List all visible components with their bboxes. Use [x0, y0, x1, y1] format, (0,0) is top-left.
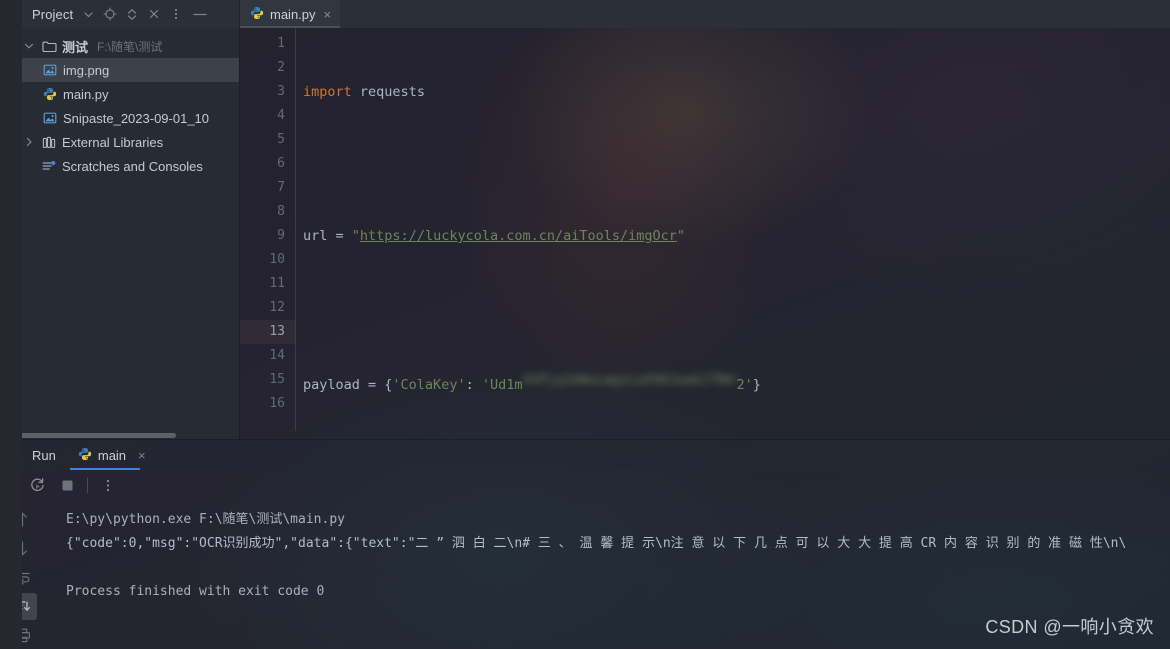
- run-tab-main[interactable]: main ×: [69, 440, 154, 470]
- project-tree: 测试 F:\随笔\测试 img.png main.py Snipaste_202…: [0, 28, 239, 439]
- chevron-down-icon[interactable]: [77, 3, 99, 25]
- scratches-icon: [41, 160, 57, 173]
- stop-icon[interactable]: [52, 472, 82, 498]
- line-number: 11: [269, 276, 285, 291]
- console-line: E:\py\python.exe F:\随笔\测试\main.py: [66, 512, 345, 527]
- variable-url: url: [303, 228, 328, 244]
- dict-key-colakey: 'ColaKey': [392, 377, 466, 393]
- tab-close-icon[interactable]: ×: [324, 7, 332, 22]
- line-number: 10: [269, 252, 285, 267]
- run-tab-close-icon[interactable]: ×: [138, 448, 146, 463]
- tree-item-scratches-and-consoles[interactable]: Scratches and Consoles: [0, 154, 239, 178]
- tree-item-external-libraries[interactable]: External Libraries: [0, 130, 239, 154]
- line-number: 7: [277, 180, 285, 195]
- variable-payload: payload: [303, 377, 360, 393]
- editor-tab-label: main.py: [270, 6, 316, 22]
- line-number: 3: [277, 84, 285, 99]
- python-file-icon: [250, 6, 264, 23]
- line-number: 9: [277, 228, 285, 243]
- image-file-icon: [42, 111, 58, 125]
- more-options-icon[interactable]: [93, 472, 123, 498]
- ide-window: Project main.py × 测试 F:\随笔\测试 img.png ma…: [0, 0, 1170, 649]
- line-number: 6: [277, 156, 285, 171]
- line-number: 16: [269, 396, 285, 411]
- keyword-import: import: [303, 84, 352, 100]
- library-icon: [41, 136, 57, 149]
- line-number-current: 13: [240, 320, 296, 344]
- tree-item-label: External Libraries: [62, 134, 164, 150]
- tree-item-snipaste[interactable]: Snipaste_2023-09-01_10: [0, 106, 239, 130]
- chevron-right-icon[interactable]: [22, 137, 36, 147]
- image-file-icon: [42, 63, 58, 77]
- locate-icon[interactable]: [99, 3, 121, 25]
- line-number: 15: [269, 372, 285, 387]
- rerun-icon[interactable]: [22, 472, 52, 498]
- line-number: 4: [277, 108, 285, 123]
- expand-collapse-icon[interactable]: [121, 3, 143, 25]
- tree-item-label: img.png: [63, 62, 110, 78]
- minimize-icon[interactable]: [187, 3, 213, 25]
- run-toolbar: [0, 470, 1170, 500]
- code-line-5: payload = {'ColaKey': 'Ud1mXkPjq1bWuLmgs…: [296, 368, 1170, 393]
- project-tree-panel: 测试 F:\随笔\测试 img.png main.py Snipaste_202…: [0, 28, 240, 439]
- redacted-colakey: XkPjq1bWuLmgsLwV9AJwaGJ7NkQweeFgd: [522, 372, 736, 388]
- console-line: Process finished with exit code 0: [66, 584, 325, 599]
- run-tab-strip: Run main ×: [0, 440, 1170, 470]
- code-line-3: url = "https://luckycola.com.cn/aiTools/…: [303, 228, 686, 244]
- colakey-value-suffix: 2': [736, 377, 753, 393]
- tree-item-label: 测试: [62, 39, 89, 55]
- top-row: Project main.py ×: [0, 0, 1170, 28]
- code-editor[interactable]: 1 2 3 4 5 6 7 8 9 10 11 12 13 14 15 16 i…: [240, 28, 1170, 439]
- left-stripe-bottom: [0, 0, 22, 649]
- chevron-down-icon[interactable]: [22, 41, 36, 51]
- run-window-label: Run: [32, 447, 56, 463]
- more-options-icon[interactable]: [165, 3, 187, 25]
- line-number: 5: [277, 132, 285, 147]
- project-tree-horizontal-scrollbar[interactable]: [0, 432, 239, 439]
- csdn-watermark: CSDN @一响小贪欢: [985, 617, 1154, 637]
- colakey-value-prefix: 'Ud1m: [481, 377, 523, 393]
- line-number: 12: [269, 300, 285, 315]
- tree-item-label: Scratches and Consoles: [62, 158, 203, 174]
- tree-item-label: main.py: [63, 86, 109, 102]
- url-literal[interactable]: https://luckycola.com.cn/aiTools/imgOcr: [360, 228, 677, 244]
- tree-item-main-py[interactable]: main.py: [0, 82, 239, 106]
- tree-item-folder[interactable]: 测试 F:\随笔\测试: [0, 34, 239, 58]
- project-panel-title: Project: [32, 6, 74, 22]
- close-icon[interactable]: [143, 3, 165, 25]
- tree-item-path: F:\随笔\测试: [97, 39, 163, 54]
- tree-item-img-png[interactable]: img.png: [0, 58, 239, 82]
- editor-gutter[interactable]: 1 2 3 4 5 6 7 8 9 10 11 12 13 14 15 16: [240, 28, 296, 439]
- editor-tab-strip: main.py ×: [240, 0, 1170, 28]
- code-content[interactable]: import requests url = "https://luckycola…: [296, 28, 1170, 439]
- project-panel-header: Project: [22, 0, 240, 28]
- line-number: 8: [277, 204, 285, 219]
- toolbar-separator: [87, 477, 88, 493]
- folder-icon: [41, 40, 57, 53]
- tree-item-label: Snipaste_2023-09-01_10: [63, 110, 210, 126]
- line-number: 14: [269, 348, 285, 363]
- middle-row: 测试 F:\随笔\测试 img.png main.py Snipaste_202…: [0, 28, 1170, 439]
- line-number: 1: [277, 36, 285, 51]
- python-file-icon: [42, 87, 58, 101]
- code-line-1: import requests: [296, 80, 1170, 104]
- editor-tab-main-py[interactable]: main.py ×: [240, 0, 341, 28]
- console-line: {"code":0,"msg":"OCR识别成功","data":{"text"…: [66, 536, 1127, 551]
- run-tab-label: main: [97, 447, 127, 463]
- line-number: 2: [277, 60, 285, 75]
- module-requests: requests: [359, 84, 425, 100]
- python-file-icon: [78, 447, 92, 464]
